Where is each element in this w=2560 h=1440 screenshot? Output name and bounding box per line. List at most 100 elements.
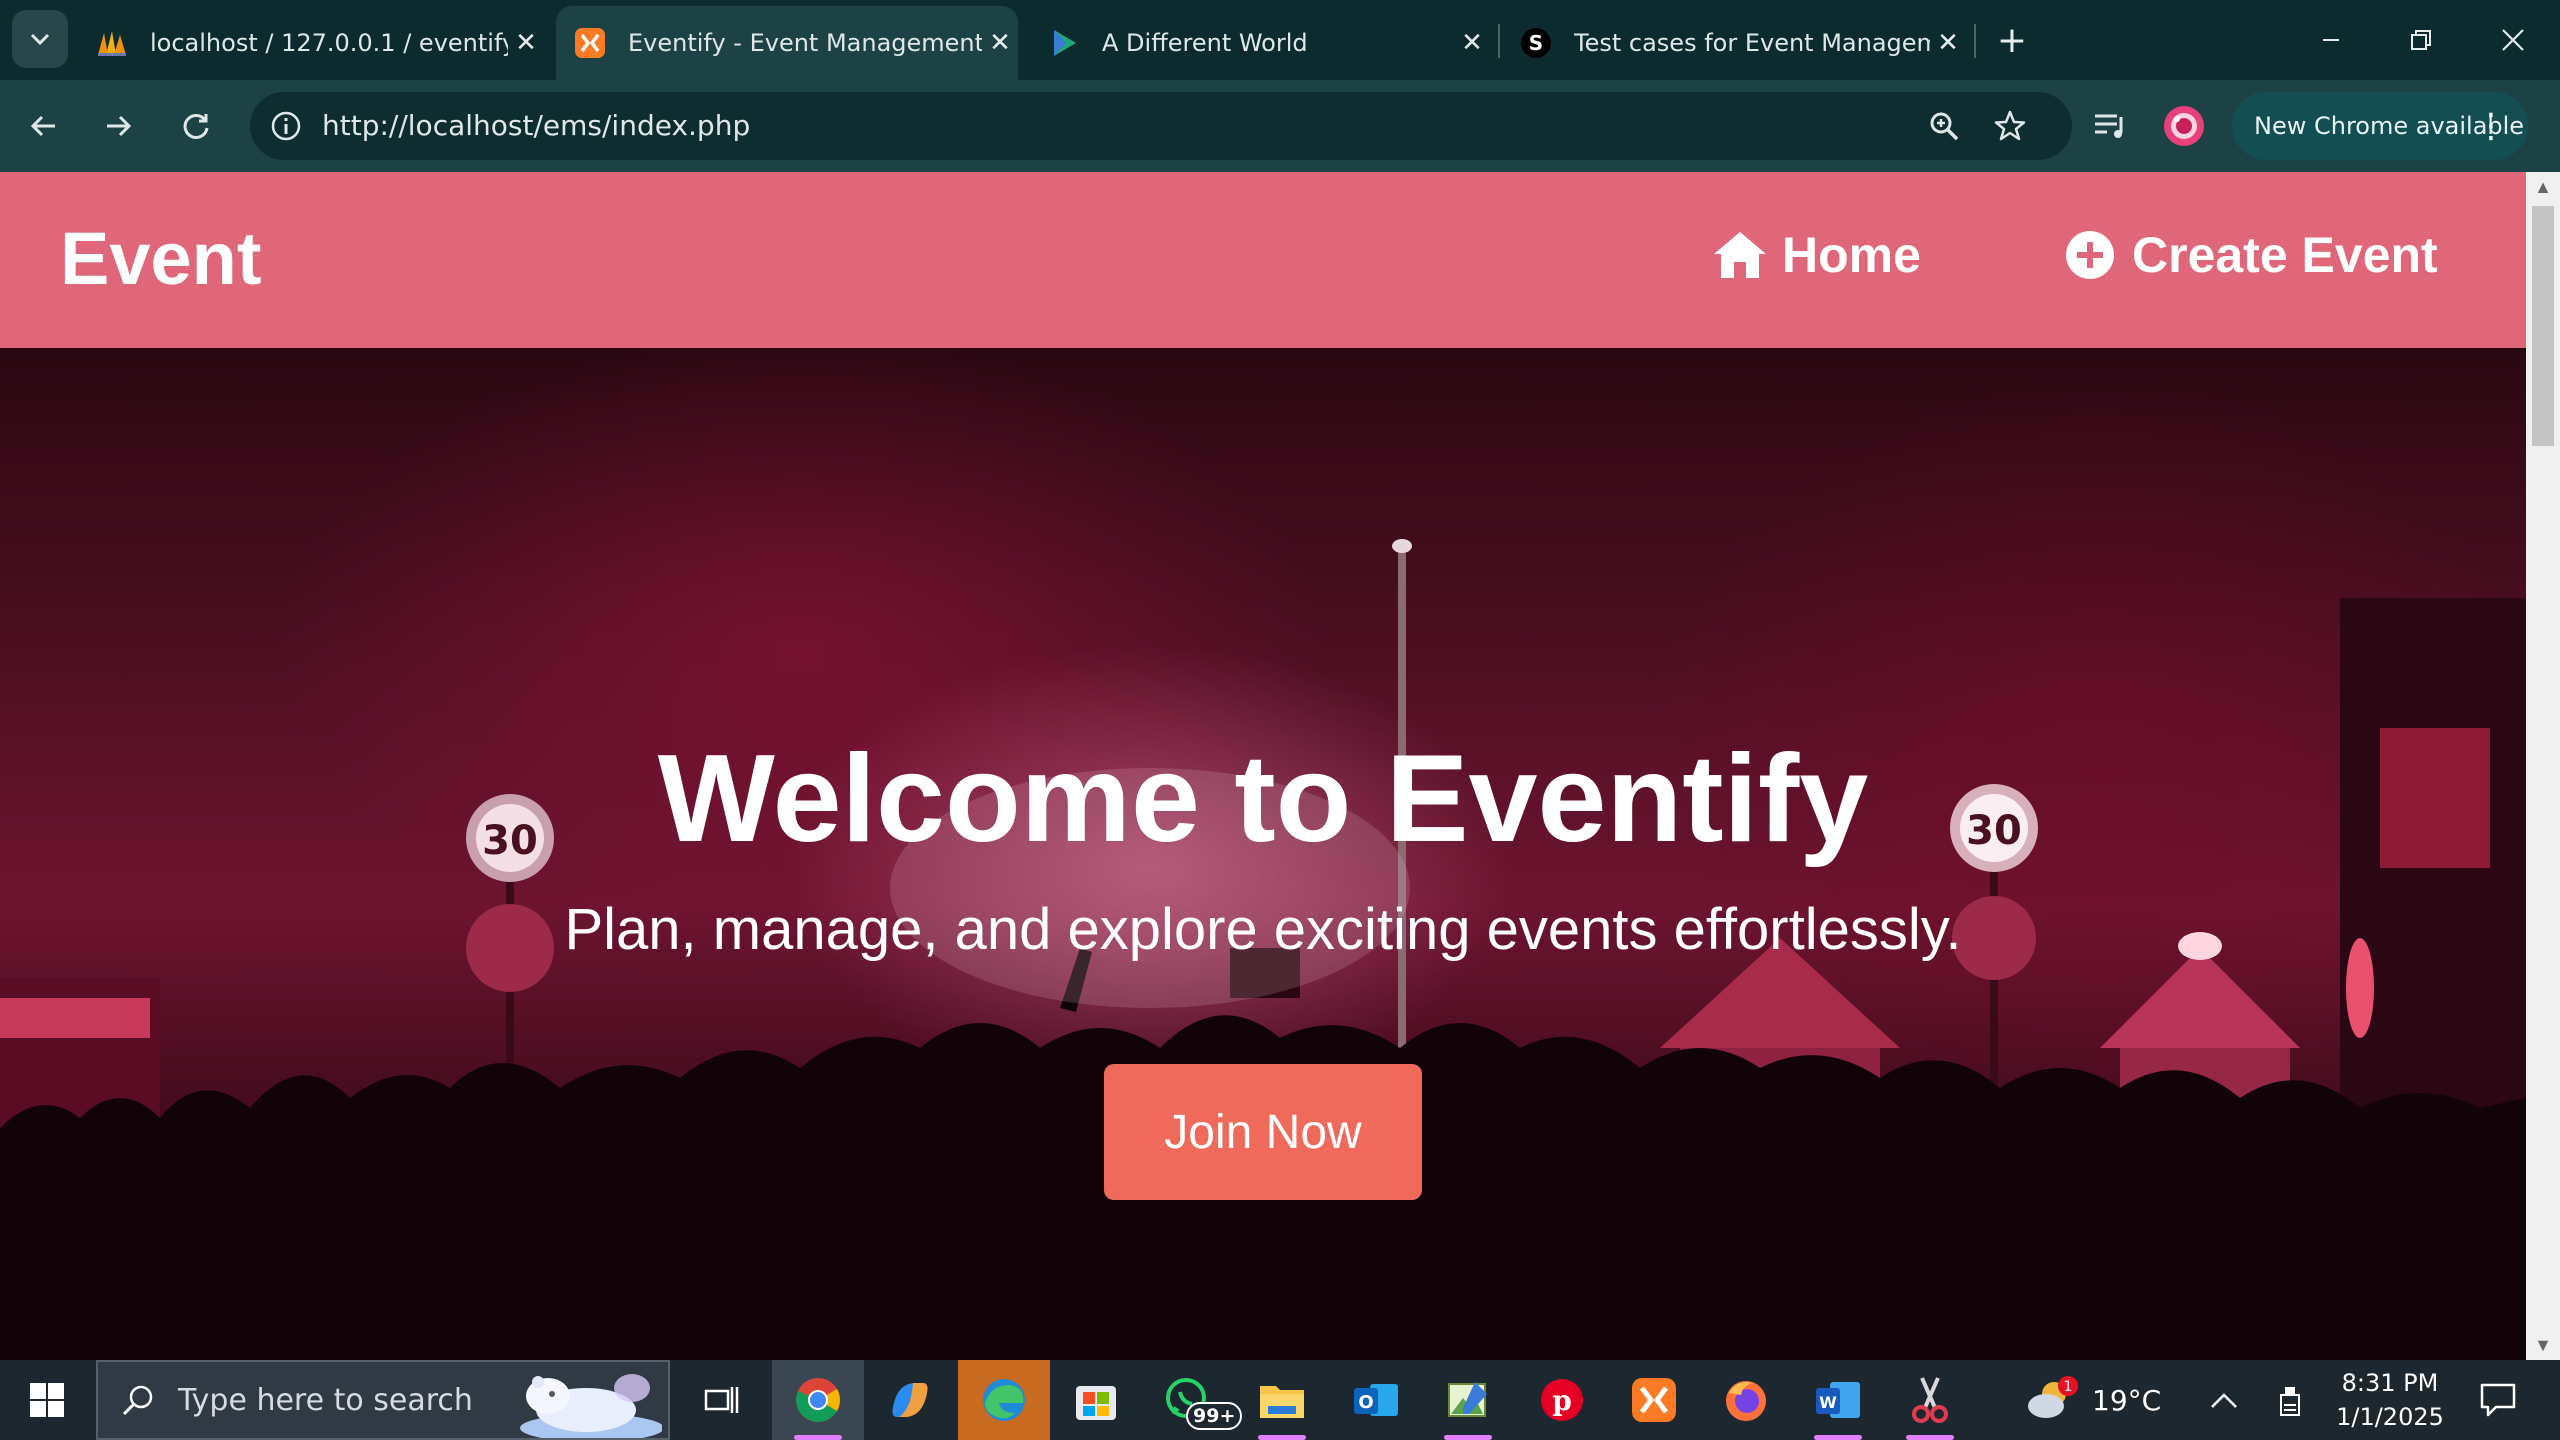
site-brand[interactable]: Event bbox=[60, 216, 262, 301]
cloudy-weather-icon: 1 bbox=[2028, 1376, 2078, 1418]
search-placeholder: Type here to search bbox=[178, 1382, 473, 1418]
system-clock[interactable]: 8:31 PM 1/1/2025 bbox=[2320, 1366, 2460, 1434]
taskbar-pinterest[interactable]: p bbox=[1516, 1360, 1608, 1440]
tab-title: Test cases for Event Manageme bbox=[1574, 29, 1930, 57]
restore-icon bbox=[2411, 30, 2431, 50]
minimize-icon bbox=[2323, 39, 2339, 41]
taskbar-edge[interactable] bbox=[958, 1360, 1050, 1440]
new-tab-button[interactable]: + bbox=[1992, 20, 2032, 61]
scroll-down-arrow-icon[interactable]: ▼ bbox=[2526, 1330, 2560, 1360]
url-text[interactable]: http://localhost/ems/index.php bbox=[322, 92, 750, 160]
media-control-icon[interactable] bbox=[2080, 96, 2140, 156]
network-icon[interactable] bbox=[2270, 1360, 2310, 1440]
tab-separator bbox=[1498, 24, 1500, 58]
chevron-down-icon bbox=[30, 33, 50, 46]
copilot-icon bbox=[892, 1383, 928, 1417]
minimize-button[interactable] bbox=[2286, 10, 2376, 70]
task-view-icon bbox=[704, 1387, 739, 1413]
taskbar-file-explorer[interactable] bbox=[1236, 1360, 1328, 1440]
tab-separator bbox=[1974, 24, 1976, 58]
close-tab-icon[interactable]: ✕ bbox=[1930, 25, 1966, 61]
scroll-up-arrow-icon[interactable]: ▲ bbox=[2526, 172, 2560, 202]
profile-avatar-icon[interactable] bbox=[2154, 96, 2214, 156]
tab-title: A Different World bbox=[1102, 29, 1308, 57]
tab-different-world[interactable]: A Different World ✕ bbox=[1030, 6, 1490, 80]
hero-title: Welcome to Eventify bbox=[657, 730, 1869, 868]
clock-time: 8:31 PM bbox=[2341, 1369, 2439, 1397]
close-tab-icon[interactable]: ✕ bbox=[1454, 25, 1490, 61]
xampp-icon bbox=[574, 27, 606, 59]
taskbar-photos[interactable] bbox=[1422, 1360, 1514, 1440]
taskbar-firefox[interactable] bbox=[1700, 1360, 1792, 1440]
running-indicator bbox=[1444, 1435, 1492, 1440]
taskbar-word[interactable]: W bbox=[1792, 1360, 1884, 1440]
svg-text:p: p bbox=[1552, 1384, 1572, 1417]
tab-strip: localhost / 127.0.0.1 / eventify / ✕ Eve… bbox=[0, 0, 2560, 80]
clock-date: 1/1/2025 bbox=[2336, 1403, 2444, 1431]
reload-icon bbox=[183, 113, 209, 139]
reload-button[interactable] bbox=[166, 96, 226, 156]
site-info-icon[interactable] bbox=[264, 104, 308, 148]
taskbar-whatsapp[interactable]: 99+ bbox=[1142, 1360, 1243, 1440]
weather-widget[interactable]: 1 19°C bbox=[2024, 1360, 2161, 1440]
tab-test-cases[interactable]: S Test cases for Event Manageme ✕ bbox=[1506, 6, 1966, 80]
page-viewport: Event Home Create Event 30 30 Welcome to… bbox=[0, 172, 2526, 1360]
taskbar-copilot[interactable] bbox=[864, 1360, 956, 1440]
running-indicator bbox=[794, 1435, 842, 1440]
zoom-icon[interactable] bbox=[1920, 102, 1968, 150]
hero-section: 30 30 Welcome to Eventify Plan, manage, … bbox=[0, 348, 2526, 1360]
chevron-up-icon bbox=[2211, 1393, 2237, 1408]
arrow-left-icon bbox=[30, 115, 55, 137]
windows-taskbar: Type here to search 99+ O p W 1 19°C 8:3… bbox=[0, 1360, 2560, 1440]
task-view-button[interactable] bbox=[676, 1360, 768, 1440]
nav-home-link[interactable]: Home bbox=[1712, 226, 1921, 284]
pinterest-icon: p bbox=[1541, 1379, 1583, 1421]
new-chrome-available-button[interactable]: New Chrome available ⋮ bbox=[2232, 92, 2528, 160]
start-button[interactable] bbox=[0, 1360, 94, 1440]
close-tab-icon[interactable]: ✕ bbox=[508, 25, 544, 61]
play-icon bbox=[1048, 27, 1080, 59]
taskbar-snipping-tool[interactable] bbox=[1884, 1360, 1976, 1440]
running-indicator bbox=[1814, 1435, 1862, 1440]
chrome-icon bbox=[796, 1378, 840, 1422]
taskbar-chrome[interactable] bbox=[772, 1360, 864, 1440]
edge-icon bbox=[983, 1379, 1025, 1421]
notifications-button[interactable] bbox=[2470, 1360, 2526, 1440]
plus-circle-icon bbox=[2062, 227, 2118, 283]
show-hidden-icons-button[interactable] bbox=[2204, 1360, 2244, 1440]
page-scrollbar[interactable]: ▲ ▼ bbox=[2526, 172, 2560, 1360]
tab-phpmyadmin[interactable]: localhost / 127.0.0.1 / eventify / ✕ bbox=[84, 6, 544, 80]
taskbar-outlook[interactable]: O bbox=[1330, 1360, 1422, 1440]
back-button[interactable] bbox=[14, 96, 74, 156]
windows-logo-icon bbox=[30, 1383, 64, 1417]
close-icon bbox=[2502, 29, 2524, 51]
close-tab-icon[interactable]: ✕ bbox=[982, 25, 1018, 61]
scrollbar-thumb[interactable] bbox=[2532, 206, 2554, 446]
taskbar-xampp[interactable] bbox=[1608, 1360, 1700, 1440]
nav-home-label: Home bbox=[1782, 227, 1921, 283]
taskbar-microsoft-store[interactable] bbox=[1050, 1360, 1142, 1440]
address-bar[interactable]: http://localhost/ems/index.php bbox=[250, 92, 2072, 160]
outlook-icon: O bbox=[1354, 1384, 1398, 1416]
svg-text:O: O bbox=[1358, 1392, 1373, 1413]
nav-create-event-label: Create Event bbox=[2132, 227, 2438, 283]
tab-eventify[interactable]: Eventify - Event Management S ✕ bbox=[556, 6, 1018, 80]
close-window-button[interactable] bbox=[2468, 10, 2558, 70]
scissors-icon bbox=[1912, 1377, 1948, 1423]
join-now-button[interactable]: Join Now bbox=[1104, 1064, 1422, 1200]
tab-search-button[interactable] bbox=[12, 10, 68, 68]
running-indicator bbox=[1906, 1435, 1954, 1440]
photo-editor-icon bbox=[1448, 1382, 1487, 1417]
tab-title: localhost / 127.0.0.1 / eventify / bbox=[150, 29, 508, 57]
restore-button[interactable] bbox=[2376, 10, 2466, 70]
svg-text:S: S bbox=[1529, 31, 1543, 55]
hero-subtitle: Plan, manage, and explore exciting event… bbox=[564, 897, 1962, 962]
browser-toolbar: http://localhost/ems/index.php New Chrom… bbox=[0, 80, 2560, 172]
bookmark-star-icon[interactable] bbox=[1986, 102, 2034, 150]
folder-icon bbox=[1260, 1386, 1304, 1418]
more-menu-icon[interactable]: ⋮ bbox=[2474, 106, 2508, 146]
forward-button[interactable] bbox=[88, 96, 148, 156]
taskbar-search-box[interactable]: Type here to search bbox=[96, 1360, 670, 1440]
notification-icon bbox=[2480, 1383, 2516, 1417]
nav-create-event-link[interactable]: Create Event bbox=[2062, 226, 2438, 284]
